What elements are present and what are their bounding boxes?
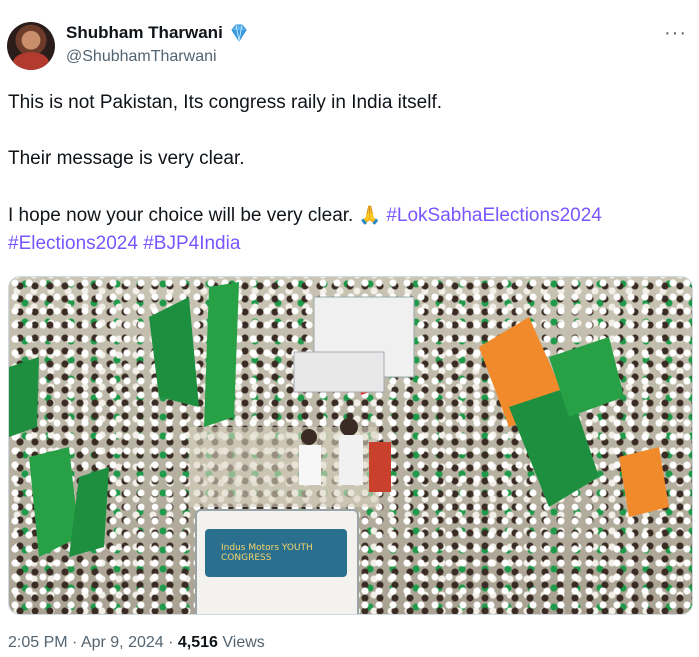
tweet-line-3: I hope now your choice will be very clea… [8, 201, 688, 230]
tweet-text: This is not Pakistan, Its congress raily… [8, 89, 688, 258]
tweet-line-4: #Elections2024 #BJP4India [8, 230, 688, 258]
verified-diamond-icon [229, 23, 249, 43]
folded-hands-emoji-icon: 🙏 [358, 205, 382, 225]
hashtag-bjp4india[interactable]: #BJP4India [143, 233, 240, 254]
tweet-photo[interactable]: Indus Motors YOUTH CONGRESS [8, 276, 693, 615]
user-display-name[interactable]: Shubham Tharwani [66, 23, 223, 43]
user-name-row: Shubham Tharwani [66, 23, 249, 43]
views-count: 4,516 [177, 634, 218, 651]
views-label: Views [217, 634, 265, 651]
tweet-line-1: This is not Pakistan, Its congress raily… [8, 92, 443, 113]
vehicle-banner-text: Indus Motors YOUTH CONGRESS [221, 543, 313, 563]
meta-separator: · [67, 634, 81, 651]
tweet-line-2: Their message is very clear. [8, 148, 245, 169]
avatar[interactable] [7, 22, 55, 70]
campaign-vehicle: Indus Motors YOUTH CONGRESS [195, 509, 359, 614]
hashtag-elections2024[interactable]: #Elections2024 [8, 233, 138, 254]
tweet-line-3-text: I hope now your choice will be very clea… [8, 205, 354, 226]
tweet-time[interactable]: 2:05 PM [8, 634, 68, 651]
tweet-date[interactable]: Apr 9, 2024 [81, 634, 164, 651]
tweet-meta: 2:05 PM · Apr 9, 2024 · 4,516 Views [8, 634, 265, 652]
meta-separator: · [163, 634, 178, 651]
hashtag-loksabha[interactable]: #LokSabhaElections2024 [386, 205, 602, 226]
user-handle[interactable]: @ShubhamTharwani [66, 48, 217, 66]
more-options-icon[interactable]: ··· [664, 22, 687, 45]
